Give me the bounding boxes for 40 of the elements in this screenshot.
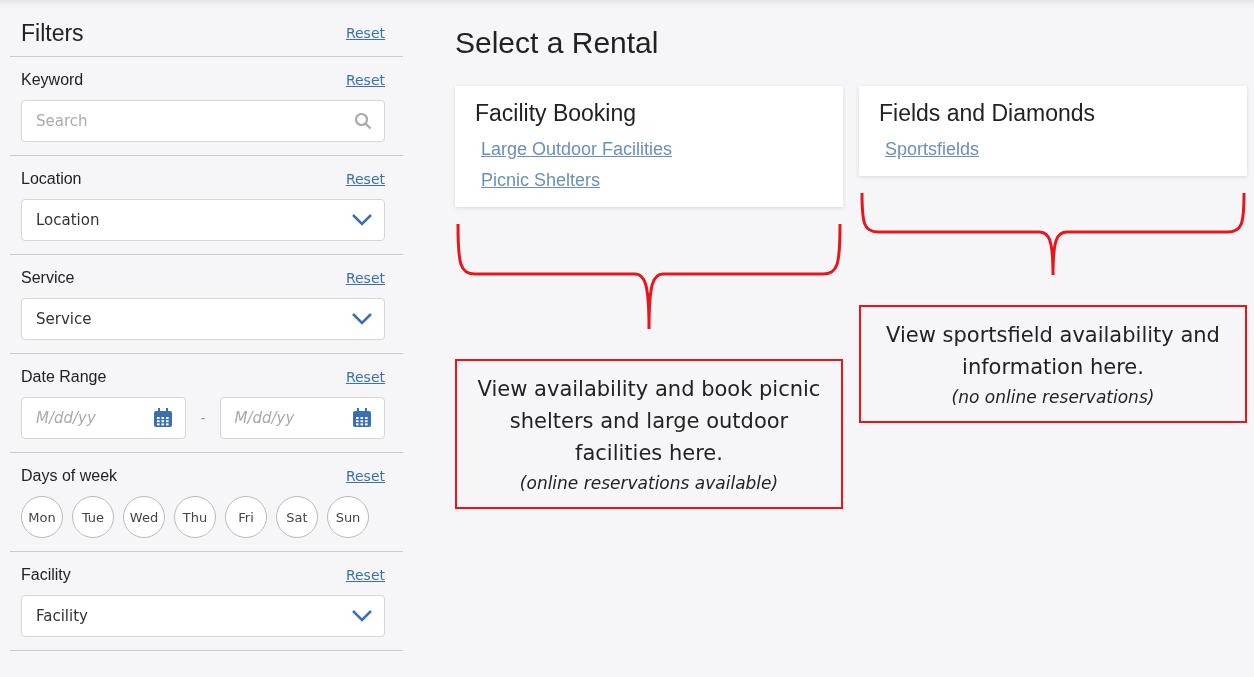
chevron-down-icon (352, 214, 372, 226)
day-toggle[interactable]: Thu (174, 496, 216, 538)
day-toggle[interactable]: Mon (21, 496, 63, 538)
chevron-down-icon (352, 610, 372, 622)
day-toggle[interactable]: Wed (123, 496, 165, 538)
filters-title: Filters (21, 19, 84, 47)
filter-label: Facility (21, 566, 71, 584)
reset-link[interactable]: Reset (345, 171, 385, 187)
callout-text: View sportsfield availability and information here. (885, 322, 1221, 381)
rental-link[interactable]: Sportsfields (885, 139, 980, 159)
filter-label: Service (21, 269, 75, 287)
date-separator: - (200, 410, 206, 426)
chevron-down-icon (352, 313, 372, 325)
day-toggle[interactable]: Sat (276, 496, 318, 538)
filter-label: Location (21, 170, 82, 188)
filter-label: Date Range (21, 368, 107, 386)
reset-link[interactable]: Reset (345, 72, 385, 88)
reset-link[interactable]: Reset (345, 270, 385, 286)
callout-note: (online reservations available) (519, 473, 779, 493)
card-title: Fields and Diamonds (879, 100, 1097, 127)
day-toggle[interactable]: Sun (327, 496, 369, 538)
rental-link[interactable]: Large Outdoor Facilities (481, 139, 673, 159)
rental-link[interactable]: Picnic Shelters (481, 170, 601, 190)
page-title: Select a Rental (455, 26, 660, 60)
reset-link[interactable]: Reset (345, 25, 385, 41)
dropdown[interactable]: Facility (21, 595, 385, 637)
card-title: Facility Booking (475, 100, 638, 127)
dropdown[interactable]: Service (21, 298, 385, 340)
callout-text: View availability and book picnic shelters and large outdoor facilities here. (477, 376, 821, 467)
day-toggle[interactable]: Tue (72, 496, 114, 538)
filter-label: Days of week (21, 467, 118, 485)
reset-link[interactable]: Reset (345, 468, 385, 484)
reset-link[interactable]: Reset (345, 369, 385, 385)
calendar-icon[interactable] (153, 408, 174, 428)
dropdown[interactable]: Location (21, 199, 385, 241)
calendar-icon[interactable] (352, 408, 372, 428)
callout-note: (no online reservations) (951, 387, 1155, 407)
reset-link[interactable]: Reset (345, 567, 385, 583)
filter-label: Keyword (21, 71, 84, 89)
day-toggle[interactable]: Fri (225, 496, 267, 538)
